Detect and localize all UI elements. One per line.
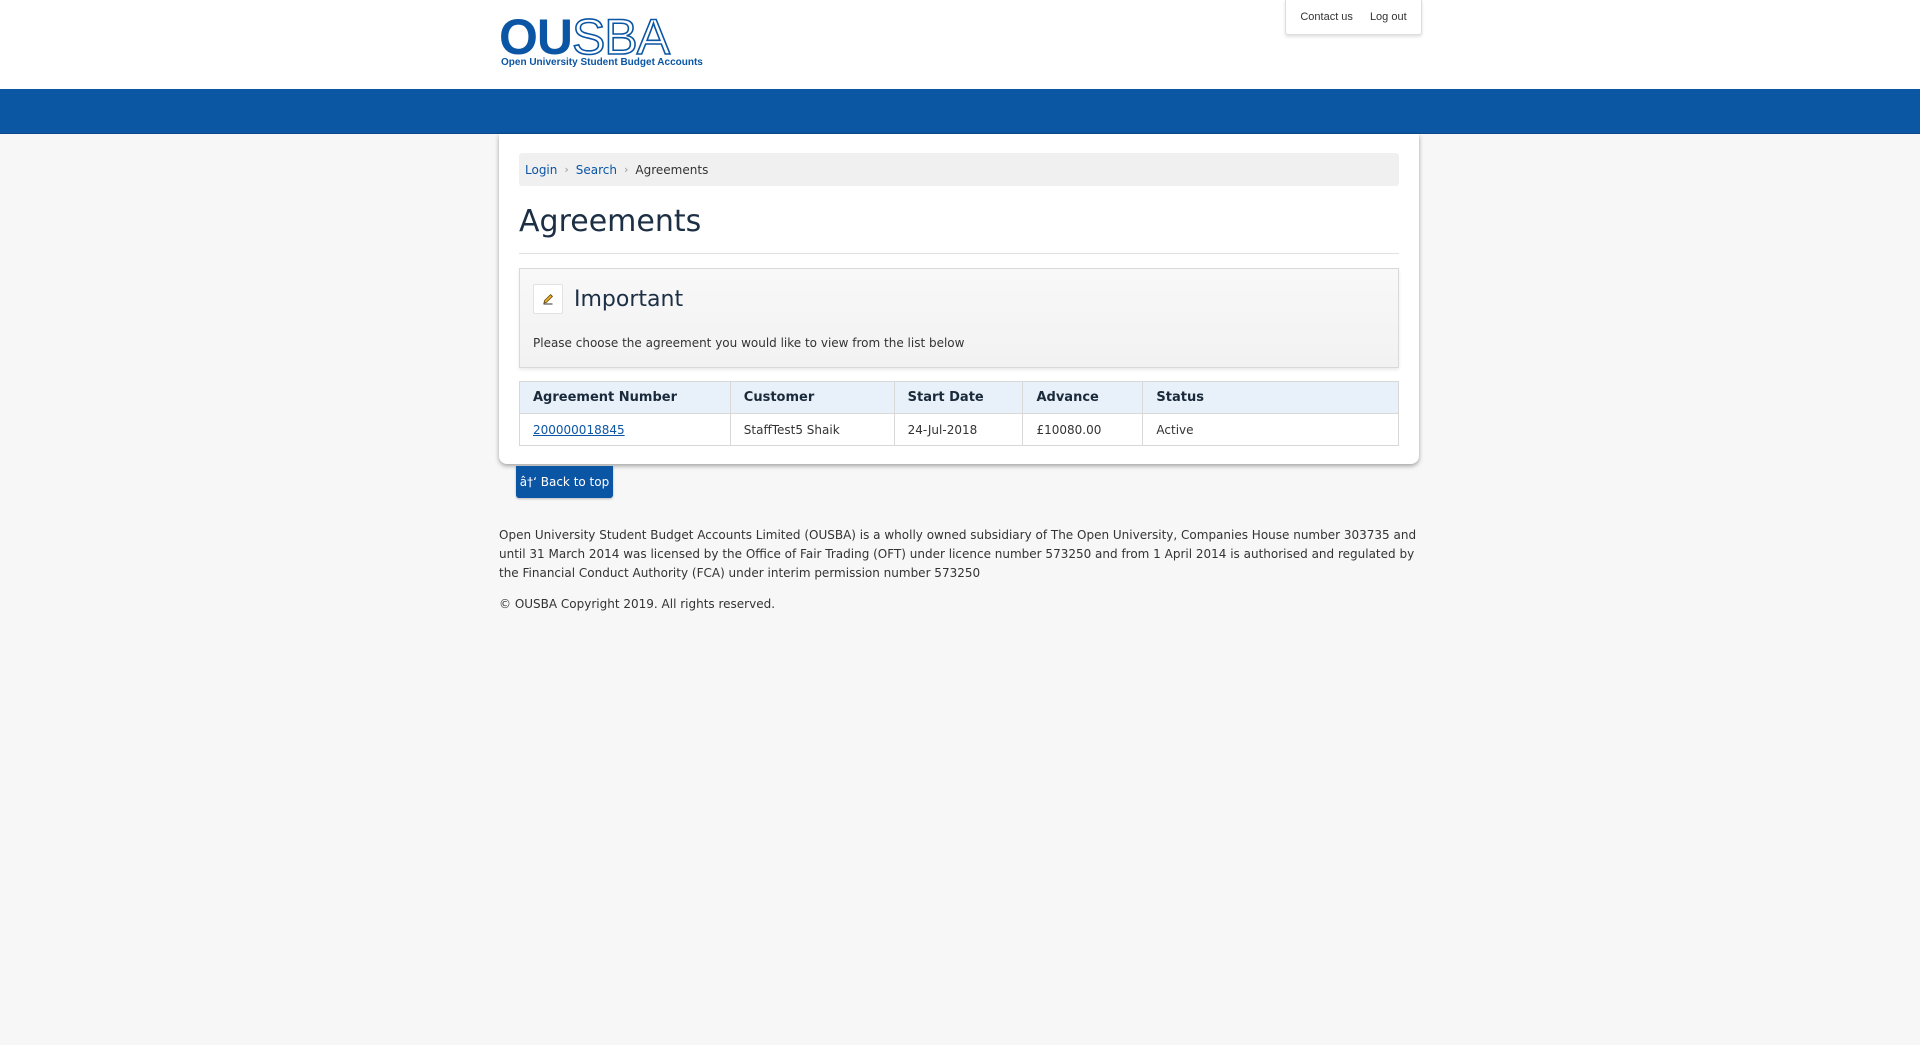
agreements-table: Agreement Number Customer Start Date Adv… xyxy=(519,381,1399,446)
table-header-row: Agreement Number Customer Start Date Adv… xyxy=(519,381,1399,414)
column-header-agreement-number: Agreement Number xyxy=(519,381,731,414)
column-header-customer: Customer xyxy=(729,381,895,414)
important-notice: Important Please choose the agreement yo… xyxy=(519,268,1399,368)
agreement-number-cell: 200000018845 xyxy=(519,413,731,446)
chevron-right-icon: › xyxy=(624,163,629,176)
navigation-bar xyxy=(0,89,1920,134)
pencil-icon xyxy=(533,284,563,314)
footer-copyright: © OUSBA Copyright 2019. All rights reser… xyxy=(499,597,776,611)
log-out-link[interactable]: Log out xyxy=(1370,11,1407,23)
customer-cell: StaffTest5 Shaik xyxy=(729,413,895,446)
start-date-cell: 24-Jul-2018 xyxy=(893,413,1024,446)
status-cell: Active xyxy=(1142,413,1399,446)
breadcrumb-login[interactable]: Login xyxy=(525,163,557,177)
advance-cell: £10080.00 xyxy=(1022,413,1144,446)
back-to-top-button[interactable]: â†‘ Back to top xyxy=(516,466,613,498)
chevron-right-icon: › xyxy=(564,163,569,176)
main-content-card: Login › Search › Agreements Agreements I… xyxy=(499,134,1419,464)
footer-disclaimer: Open University Student Budget Accounts … xyxy=(499,528,1417,580)
breadcrumb-agreements: Agreements xyxy=(635,162,709,177)
column-header-status: Status xyxy=(1142,381,1399,414)
contact-us-link[interactable]: Contact us xyxy=(1300,11,1353,23)
notice-title: Important xyxy=(574,287,684,312)
column-header-advance: Advance xyxy=(1022,381,1144,414)
page-title: Agreements xyxy=(519,204,702,239)
site-header: OUSBA Open University Student Budget Acc… xyxy=(0,0,1920,89)
utility-nav: Contact us Log out xyxy=(1285,0,1422,35)
title-divider xyxy=(519,253,1399,254)
breadcrumb: Login › Search › Agreements xyxy=(519,153,1399,186)
table-row: 200000018845 StaffTest5 Shaik 24-Jul-201… xyxy=(519,413,1399,446)
logo-tagline: Open University Student Budget Accounts xyxy=(501,57,703,68)
notice-text: Please choose the agreement you would li… xyxy=(533,336,965,350)
ousba-logo[interactable]: OUSBA Open University Student Budget Acc… xyxy=(499,9,703,72)
breadcrumb-search[interactable]: Search xyxy=(576,163,617,177)
agreement-number-link[interactable]: 200000018845 xyxy=(533,423,625,437)
footer: Open University Student Budget Accounts … xyxy=(499,526,1419,626)
column-header-start-date: Start Date xyxy=(893,381,1024,414)
logo-wordmark: OUSBA xyxy=(499,9,671,65)
